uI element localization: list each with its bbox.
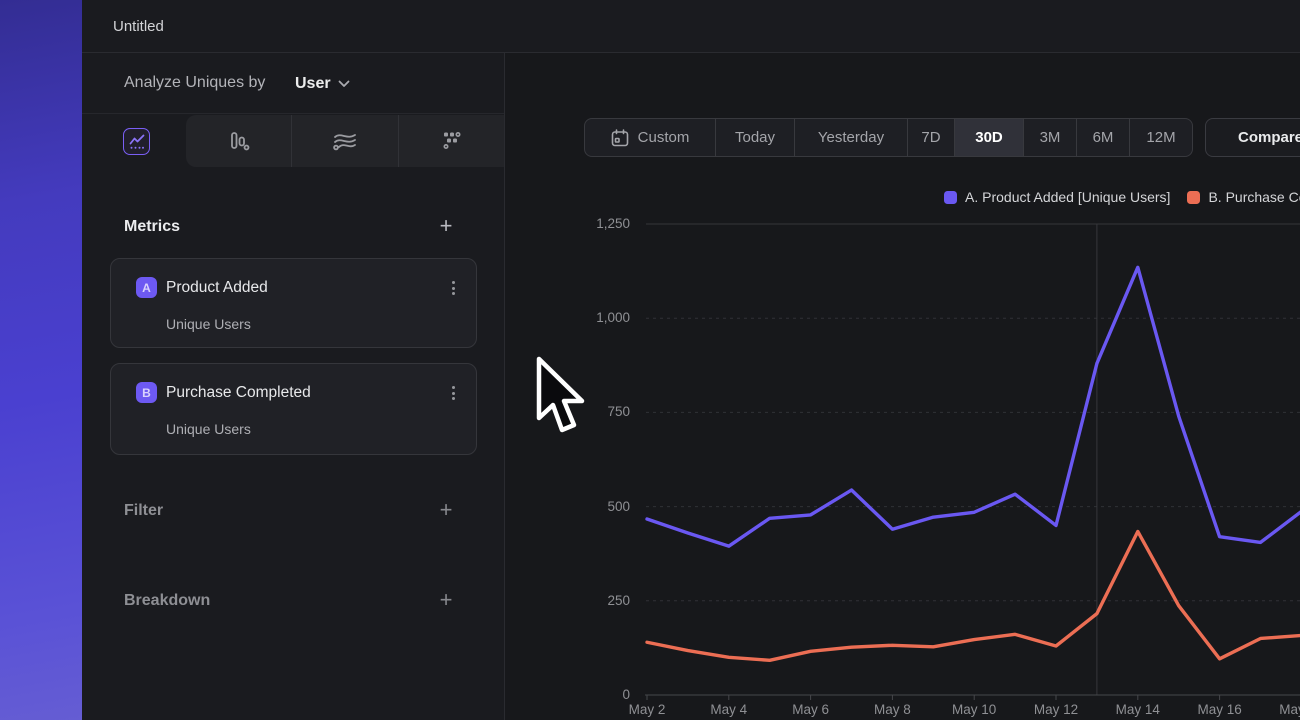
metric-subtitle: Unique Users <box>166 316 251 332</box>
range-12m-button[interactable]: 12M <box>1130 119 1192 156</box>
metric-subtitle: Unique Users <box>166 421 251 437</box>
breakdown-header-label: Breakdown <box>124 592 210 610</box>
desktop-background <box>0 0 82 720</box>
x-tick-label: May 8 <box>850 702 934 717</box>
page-title: Untitled <box>113 18 164 35</box>
legend-item-b: B. Purchase Completed [Unique Users] <box>1187 189 1300 205</box>
calendar-icon <box>611 129 629 147</box>
legend-swatch-a <box>944 191 957 204</box>
range-label: Custom <box>638 129 690 146</box>
metric-options-button[interactable] <box>442 382 464 404</box>
range-label: Today <box>735 129 775 146</box>
chart-type-tabs <box>82 114 504 167</box>
metrics-header-label: Metrics <box>124 218 180 236</box>
chart-type-tab-panel <box>186 115 504 167</box>
chart-legend: A. Product Added [Unique Users] B. Purch… <box>944 189 1300 205</box>
y-tick-label: 250 <box>560 593 630 608</box>
x-tick-label: May 16 <box>1178 702 1262 717</box>
flow-chart-icon <box>332 129 358 153</box>
range-yesterday-button[interactable]: Yesterday <box>795 119 908 156</box>
range-today-button[interactable]: Today <box>716 119 795 156</box>
metrics-section-header: Metrics + <box>82 218 504 242</box>
analyze-by-row: Analyze Uniques by User <box>82 53 504 114</box>
metric-options-button[interactable] <box>442 277 464 299</box>
tab-flow-chart[interactable] <box>292 115 397 167</box>
tab-bar-chart[interactable] <box>186 115 291 167</box>
filter-header-label: Filter <box>124 502 163 520</box>
range-label: Yesterday <box>818 129 884 146</box>
add-filter-button[interactable]: + <box>434 498 458 522</box>
legend-swatch-b <box>1187 191 1200 204</box>
range-7d-button[interactable]: 7D <box>908 119 955 156</box>
analyze-by-label: Analyze Uniques by <box>124 74 265 92</box>
tab-line-chart[interactable] <box>123 128 150 155</box>
date-range-group: Custom Today Yesterday 7D 30D 3M 6M 12M <box>584 118 1193 157</box>
x-tick-label: May 2 <box>605 702 689 717</box>
add-metric-button[interactable]: + <box>434 214 458 238</box>
chevron-down-icon <box>338 80 350 88</box>
range-label: 12M <box>1146 129 1175 146</box>
y-tick-label: 0 <box>560 687 630 702</box>
x-tick-label: May 18 <box>1259 702 1300 717</box>
range-30d-button[interactable]: 30D <box>955 119 1024 156</box>
legend-label-b: B. Purchase Completed [Unique Users] <box>1208 189 1300 205</box>
x-tick-label: May 14 <box>1096 702 1180 717</box>
metric-card-product-added[interactable]: A Product Added Unique Users <box>110 258 477 348</box>
app-window: Untitled Analyze Uniques by User <box>82 0 1300 720</box>
breakdown-section-header: Breakdown + <box>82 592 504 616</box>
analyze-by-dropdown[interactable]: User <box>295 68 350 100</box>
dots-grid-icon <box>439 129 463 153</box>
range-6m-button[interactable]: 6M <box>1077 119 1130 156</box>
range-3m-button[interactable]: 3M <box>1024 119 1077 156</box>
analyze-by-value: User <box>295 75 331 93</box>
sidebar: Analyze Uniques by User <box>82 53 505 720</box>
metric-card-purchase-completed[interactable]: B Purchase Completed Unique Users <box>110 363 477 455</box>
line-chart-icon <box>129 134 145 150</box>
range-label: 30D <box>975 129 1003 146</box>
y-tick-label: 500 <box>560 499 630 514</box>
legend-label-a: A. Product Added [Unique Users] <box>965 189 1170 205</box>
titlebar: Untitled <box>82 0 1300 53</box>
filter-section-header: Filter + <box>82 502 504 526</box>
x-tick-label: May 12 <box>1014 702 1098 717</box>
y-tick-label: 750 <box>560 404 630 419</box>
y-tick-label: 1,250 <box>560 216 630 231</box>
x-tick-label: May 4 <box>687 702 771 717</box>
bar-chart-icon <box>227 129 251 153</box>
range-label: 7D <box>921 129 940 146</box>
compare-button[interactable]: Compare <box>1205 118 1300 157</box>
legend-item-a: A. Product Added [Unique Users] <box>944 189 1170 205</box>
range-custom-button[interactable]: Custom <box>585 119 716 156</box>
tab-dots-grid[interactable] <box>399 115 504 167</box>
metric-badge-a: A <box>136 277 157 298</box>
metric-badge-b: B <box>136 382 157 403</box>
range-label: 6M <box>1093 129 1114 146</box>
x-tick-label: May 10 <box>932 702 1016 717</box>
y-tick-label: 1,000 <box>560 310 630 325</box>
x-tick-label: May 6 <box>769 702 853 717</box>
metric-title: Purchase Completed <box>166 384 311 402</box>
range-label: 3M <box>1040 129 1061 146</box>
metric-title: Product Added <box>166 279 268 297</box>
add-breakdown-button[interactable]: + <box>434 588 458 612</box>
